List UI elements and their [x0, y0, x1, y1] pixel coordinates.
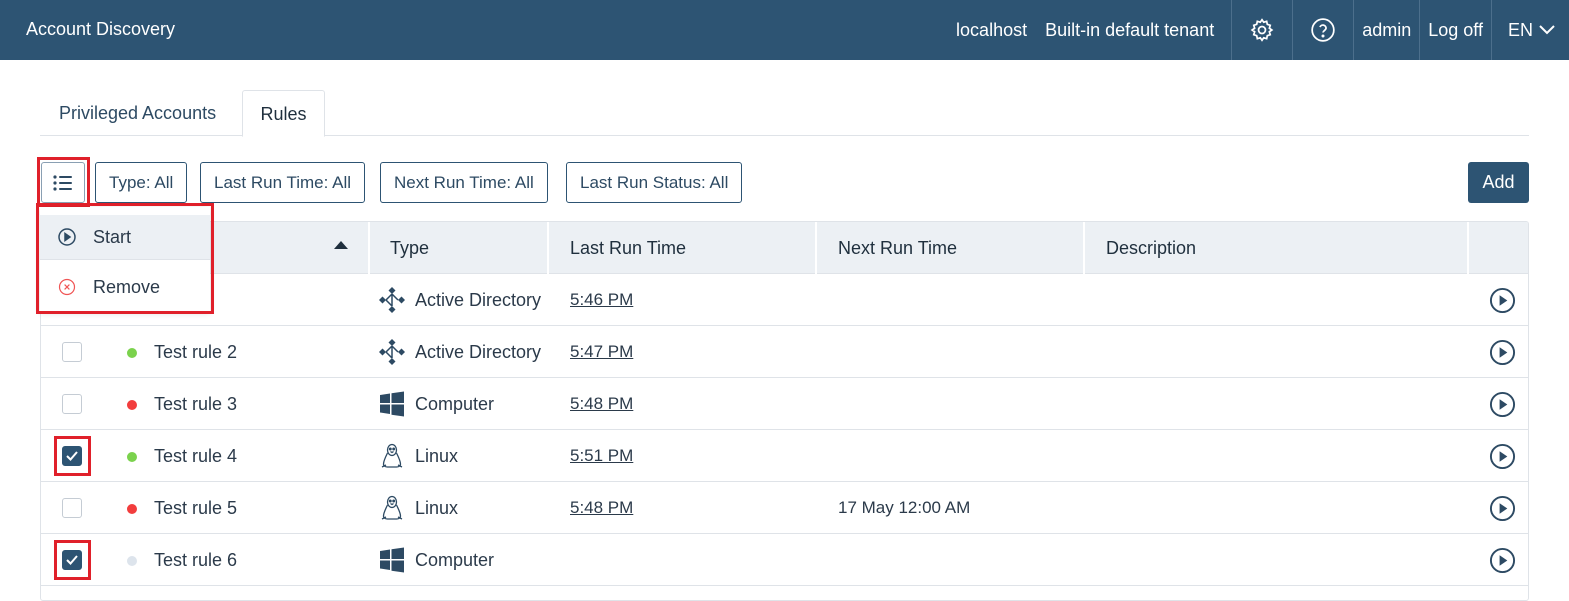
tenant-name[interactable]: Built-in default tenant: [1036, 0, 1231, 60]
linux-icon: [378, 494, 406, 522]
column-header-last-run-time[interactable]: Last Run Time: [570, 222, 686, 274]
user-menu[interactable]: admin: [1354, 0, 1419, 60]
rule-type: Computer: [415, 394, 495, 414]
rule-name[interactable]: Test rule 3: [154, 378, 237, 430]
status-dot: [127, 556, 137, 566]
rules-table: Type Last Run Time Next Run Time Descrip…: [40, 221, 1529, 601]
last-run-time-link[interactable]: 5:48 PM: [570, 482, 633, 534]
table-row[interactable]: Test rule 4 Linux 5:51 PM: [41, 430, 1528, 482]
highlight-box: [37, 157, 90, 207]
windows-icon: [378, 546, 406, 574]
last-run-time-link[interactable]: 5:46 PM: [570, 274, 633, 326]
status-dot: [127, 400, 137, 410]
table-row[interactable]: Test rule 2 Active Directory 5:47 PM: [41, 326, 1528, 378]
column-header-type[interactable]: Type: [390, 222, 429, 274]
tab-bar: Privileged Accounts Rules: [40, 90, 1529, 137]
rule-name[interactable]: Test rule 2: [154, 326, 237, 378]
filter-type[interactable]: Type: All: [95, 162, 188, 203]
sort-ascending-icon[interactable]: [334, 241, 348, 249]
windows-icon: [378, 390, 406, 418]
rule-type: Linux: [415, 446, 459, 466]
column-header-description[interactable]: Description: [1106, 222, 1196, 274]
active-directory-icon: [378, 338, 406, 366]
rule-type: Linux: [415, 498, 459, 518]
app-title: Account Discovery: [26, 19, 176, 39]
rule-name[interactable]: Test rule 5: [154, 482, 237, 534]
play-circle-icon[interactable]: [1489, 495, 1516, 522]
last-run-time-link[interactable]: 5:47 PM: [570, 326, 633, 378]
table-row[interactable]: Test rule 3 Computer 5:48 PM: [41, 378, 1528, 430]
rule-name[interactable]: Test rule 6: [154, 534, 237, 586]
play-circle-icon[interactable]: [1489, 287, 1516, 314]
column-divider: [1467, 222, 1469, 274]
column-divider: [547, 222, 549, 274]
highlight-box: [54, 436, 91, 476]
tab-rules[interactable]: Rules: [242, 90, 325, 137]
top-bar-right: localhost Built-in default tenant admin …: [947, 0, 1569, 60]
language-selector[interactable]: EN: [1492, 20, 1569, 41]
settings-button[interactable]: [1232, 0, 1292, 60]
active-directory-icon: [378, 286, 406, 314]
column-divider: [1083, 222, 1085, 274]
play-circle-icon[interactable]: [1489, 339, 1516, 366]
rule-type: Active Directory: [415, 342, 542, 362]
help-button[interactable]: [1293, 0, 1353, 60]
next-run-time: 17 May 12:00 AM: [838, 498, 971, 517]
table-header: Type Last Run Time Next Run Time Descrip…: [41, 222, 1528, 274]
chevron-down-icon: [1539, 25, 1555, 35]
rule-name[interactable]: Test rule 4: [154, 430, 237, 482]
column-divider: [368, 222, 370, 274]
last-run-time-link[interactable]: 5:51 PM: [570, 430, 633, 482]
help-icon: [1311, 18, 1335, 42]
filter-last-run-status[interactable]: Last Run Status: All: [566, 162, 743, 203]
status-dot: [127, 504, 137, 514]
language-label: EN: [1507, 19, 1533, 40]
rule-type: Computer: [415, 550, 495, 570]
highlight-box: [54, 540, 91, 580]
filter-next-run-time[interactable]: Next Run Time: All: [380, 162, 548, 203]
row-checkbox[interactable]: [62, 342, 82, 362]
add-button[interactable]: Add: [1468, 162, 1529, 203]
linux-icon: [378, 442, 406, 470]
row-checkbox[interactable]: [62, 498, 82, 518]
logoff-link[interactable]: Log off: [1420, 0, 1491, 60]
status-dot: [127, 348, 137, 358]
table-row[interactable]: e 1Active Directory5:46 PM: [41, 274, 1528, 326]
highlight-box: [36, 203, 214, 314]
server-name[interactable]: localhost: [947, 0, 1036, 60]
rule-type: Active Directory: [415, 290, 542, 310]
filter-last-run-time[interactable]: Last Run Time: All: [200, 162, 366, 203]
row-checkbox[interactable]: [62, 394, 82, 414]
tab-privileged-accounts[interactable]: Privileged Accounts: [59, 90, 216, 136]
last-run-time-link[interactable]: 5:48 PM: [570, 378, 633, 430]
play-circle-icon[interactable]: [1489, 391, 1516, 418]
status-dot: [127, 452, 137, 462]
play-circle-icon[interactable]: [1489, 443, 1516, 470]
table-row[interactable]: Test rule 5 Linux 5:48 PM 17 May 12:00 AM: [41, 482, 1528, 534]
play-circle-icon[interactable]: [1489, 547, 1516, 574]
column-divider: [815, 222, 817, 274]
gear-icon: [1250, 18, 1274, 42]
table-row[interactable]: Test rule 6 Computer: [41, 534, 1528, 586]
top-bar: Account Discovery localhost Built-in def…: [0, 0, 1569, 60]
column-header-next-run-time[interactable]: Next Run Time: [838, 222, 957, 274]
